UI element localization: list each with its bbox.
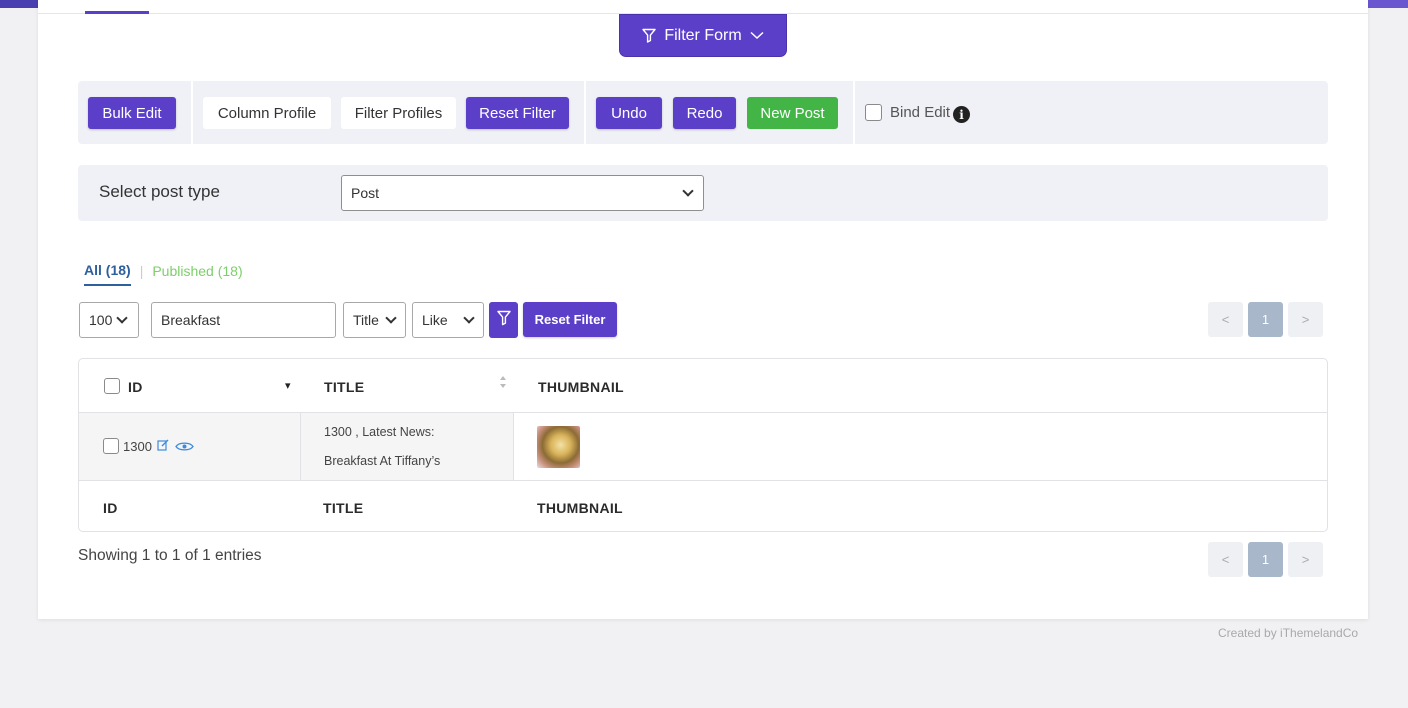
table-row: 1300 1300 , Latest News: Breakfast At Ti… xyxy=(79,412,1327,481)
redo-button[interactable]: Redo xyxy=(673,97,736,129)
column-profile-button[interactable]: Column Profile xyxy=(203,97,331,129)
row-select-checkbox[interactable] xyxy=(103,438,119,454)
bind-edit-label: Bind Edit xyxy=(890,104,951,121)
post-status-tabs: All (18) | Published (18) xyxy=(84,262,243,286)
per-page-value: 100 xyxy=(89,312,113,328)
search-input-value: Breakfast xyxy=(161,312,221,328)
quick-reset-filter-button[interactable]: Reset Filter xyxy=(523,302,617,337)
post-type-select[interactable]: Post xyxy=(341,175,704,211)
pagination-next-button[interactable]: > xyxy=(1288,302,1323,337)
bulk-edit-button[interactable]: Bulk Edit xyxy=(88,97,176,129)
pagination-top: < 1 > xyxy=(1208,302,1323,337)
column-header-id[interactable]: ID xyxy=(128,379,143,395)
chevron-down-icon xyxy=(750,31,764,40)
action-toolbar: Bulk Edit Column Profile Filter Profiles… xyxy=(78,81,1328,144)
post-type-selected-value: Post xyxy=(351,185,380,201)
search-input[interactable]: Breakfast xyxy=(151,302,336,338)
search-field-select[interactable]: Title xyxy=(343,302,406,338)
footer-credit: Created by iThemelandCo xyxy=(1218,626,1359,640)
view-eye-icon[interactable] xyxy=(175,439,194,457)
filter-form-label: Filter Form xyxy=(664,26,742,44)
search-field-value: Title xyxy=(353,312,379,328)
tab-all[interactable]: All (18) xyxy=(84,262,131,286)
tab-published[interactable]: Published (18) xyxy=(152,263,242,285)
pagination-page-button[interactable]: 1 xyxy=(1248,302,1283,337)
posts-table: ID ▾ TITLE THUMBNAIL 1300 1300 , Latest … xyxy=(78,358,1328,532)
undo-button[interactable]: Undo xyxy=(596,97,662,129)
footer-header-id: ID xyxy=(103,500,118,516)
filter-funnel-icon xyxy=(642,28,657,43)
reset-filter-button[interactable]: Reset Filter xyxy=(466,97,569,129)
header-accent-right xyxy=(1368,0,1408,8)
filter-form-toggle-button[interactable]: Filter Form xyxy=(619,14,787,57)
cell-id: 1300 xyxy=(79,413,300,480)
chevron-down-icon xyxy=(116,312,128,324)
tab-divider: | xyxy=(139,263,144,279)
toolbar-separator xyxy=(584,81,586,144)
column-header-thumbnail: THUMBNAIL xyxy=(538,379,624,395)
entries-info: Showing 1 to 1 of 1 entries xyxy=(78,547,262,564)
pagination-next-button[interactable]: > xyxy=(1288,542,1323,577)
sort-desc-icon[interactable]: ▾ xyxy=(285,379,291,392)
per-page-select[interactable]: 100 xyxy=(79,302,139,338)
pagination-page-button[interactable]: 1 xyxy=(1248,542,1283,577)
select-all-checkbox[interactable] xyxy=(104,378,120,394)
post-thumbnail-image[interactable] xyxy=(537,426,580,468)
pagination-prev-button[interactable]: < xyxy=(1208,302,1243,337)
filter-profiles-button[interactable]: Filter Profiles xyxy=(341,97,456,129)
apply-filter-button[interactable] xyxy=(489,302,518,338)
toolbar-separator xyxy=(191,81,193,144)
search-operator-value: Like xyxy=(422,312,448,328)
pagination-prev-button[interactable]: < xyxy=(1208,542,1243,577)
main-card: Filter Form Bulk Edit Column Profile Fil… xyxy=(38,0,1368,619)
new-post-button[interactable]: New Post xyxy=(747,97,838,129)
chevron-down-icon xyxy=(463,312,475,324)
cell-title[interactable]: 1300 , Latest News: Breakfast At Tiffany… xyxy=(300,413,514,480)
pagination-bottom: < 1 > xyxy=(1208,542,1323,577)
active-tab-indicator xyxy=(85,11,149,14)
filter-funnel-icon xyxy=(496,310,511,331)
row-title-line-2: Breakfast At Tiffany’s xyxy=(324,454,441,468)
row-title-line-1: 1300 , Latest News: xyxy=(324,425,435,439)
footer-header-title: TITLE xyxy=(323,500,364,516)
column-header-title[interactable]: TITLE xyxy=(324,379,364,395)
chevron-down-icon xyxy=(385,312,397,324)
bind-edit-checkbox[interactable] xyxy=(865,104,882,121)
search-operator-select[interactable]: Like xyxy=(412,302,484,338)
cell-thumbnail xyxy=(514,413,1327,480)
row-id: 1300 xyxy=(123,439,152,454)
post-type-bar: Select post type Post xyxy=(78,165,1328,221)
toolbar-separator xyxy=(853,81,855,144)
post-type-label: Select post type xyxy=(99,182,220,201)
sort-both-icon[interactable] xyxy=(499,375,507,394)
chevron-down-icon xyxy=(682,185,694,197)
header-accent-left xyxy=(0,0,38,8)
footer-header-thumbnail: THUMBNAIL xyxy=(537,500,623,516)
info-icon[interactable]: i xyxy=(953,106,970,123)
edit-icon[interactable] xyxy=(157,438,169,456)
